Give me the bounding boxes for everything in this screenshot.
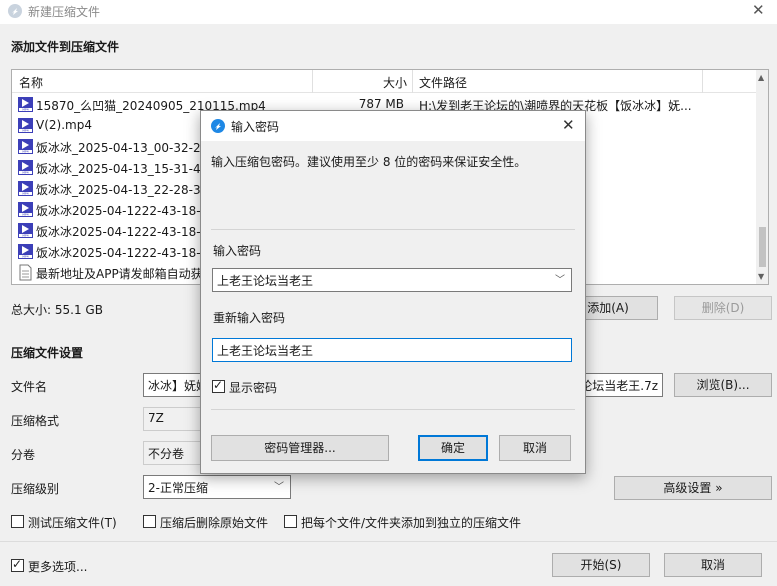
dialog-title: 输入密码 (231, 120, 280, 134)
advanced-settings-button[interactable]: 高级设置 » (614, 476, 772, 500)
column-header-size[interactable]: 大小 (383, 74, 407, 91)
confirm-password-input[interactable]: 上老王论坛当老王 (212, 338, 572, 362)
filename-label: 文件名 (11, 380, 48, 394)
app-logo-icon (8, 4, 22, 18)
ok-button[interactable]: 确定 (418, 435, 488, 461)
window-titlebar: 新建压缩文件 ✕ (0, 0, 777, 24)
svg-text:MP4: MP4 (22, 192, 28, 196)
footer-divider (0, 541, 777, 542)
cancel-button[interactable]: 取消 (664, 553, 762, 577)
video-file-icon: MP4 (17, 138, 34, 155)
show-password-checkbox[interactable] (212, 378, 225, 393)
video-file-icon: MP4 (17, 201, 34, 218)
video-file-icon: MP4 (17, 96, 34, 113)
file-name: 饭冰冰_2025-04-13_15-31-49 (36, 162, 209, 176)
filename-value-start: 冰冰】妩媚 (148, 379, 209, 393)
confirm-password-value: 上老王论坛当老王 (217, 344, 314, 358)
confirm-password-label: 重新输入密码 (213, 311, 286, 325)
window-close-button[interactable]: ✕ (752, 1, 765, 19)
separate-archives-checkbox[interactable] (284, 515, 297, 528)
file-name: 饭冰冰_2025-04-13_22-28-32 (36, 183, 209, 197)
start-button[interactable]: 开始(S) (552, 553, 650, 577)
svg-text:MP4: MP4 (22, 150, 28, 154)
level-label: 压缩级别 (11, 482, 60, 496)
window-title: 新建压缩文件 (28, 5, 101, 19)
file-name: V(2).mp4 (36, 118, 92, 132)
dialog-divider (211, 409, 575, 410)
chevron-down-icon: ﹀ (274, 482, 284, 493)
level-value: 2-正常压缩 (148, 481, 208, 495)
format-value: 7Z (148, 411, 164, 425)
column-header-name[interactable]: 名称 (19, 74, 43, 91)
svg-text:MP4: MP4 (22, 255, 28, 259)
remove-button[interactable]: 删除(D) (674, 296, 772, 320)
browse-button[interactable]: 浏览(B)... (674, 373, 772, 397)
video-file-icon: MP4 (17, 159, 34, 176)
file-name: 饭冰冰2025-04-1222-43-18-4 (36, 204, 209, 218)
app-logo-icon (211, 119, 225, 133)
volume-label: 分卷 (11, 448, 36, 462)
format-label: 压缩格式 (11, 414, 60, 428)
more-options-checkbox[interactable] (11, 557, 24, 572)
svg-text:MP4: MP4 (22, 234, 28, 238)
test-archive-label[interactable]: 测试压缩文件(T) (28, 514, 117, 531)
total-size-label: 总大小: 55.1 GB (11, 303, 103, 317)
more-options-label[interactable]: 更多选项... (28, 558, 87, 575)
file-name: 饭冰冰2025-04-1222-43-18-4 (36, 225, 209, 239)
scrollbar-thumb[interactable] (759, 227, 766, 267)
test-archive-checkbox[interactable] (11, 515, 24, 528)
scroll-down-icon[interactable]: ▼ (758, 272, 764, 281)
text-file-icon (17, 264, 34, 281)
delete-after-label[interactable]: 压缩后删除原始文件 (160, 514, 268, 531)
column-header-path[interactable]: 文件路径 (419, 74, 467, 91)
separate-archives-label[interactable]: 把每个文件/文件夹添加到独立的压缩文件 (301, 514, 521, 531)
file-name: 饭冰冰2025-04-1222-43-18-4 (36, 246, 209, 260)
dialog-cancel-button[interactable]: 取消 (499, 435, 571, 461)
file-name: 饭冰冰_2025-04-13_00-32-23 (36, 141, 209, 155)
password-label: 输入密码 (213, 244, 262, 258)
video-file-icon: MP4 (17, 222, 34, 239)
password-value: 上老王论坛当老王 (217, 274, 314, 288)
file-size: 787 MB (358, 97, 404, 111)
video-file-icon: MP4 (17, 243, 34, 260)
dialog-close-button[interactable]: ✕ (562, 116, 575, 134)
volume-value: 不分卷 (148, 447, 185, 461)
file-list-header: 名称 大小 文件路径 (12, 70, 756, 93)
scroll-up-icon[interactable]: ▲ (758, 73, 764, 82)
chevron-down-icon[interactable]: ﹀ (555, 271, 565, 286)
file-name: 最新地址及APP请发邮箱自动获 (36, 267, 203, 281)
svg-text:MP4: MP4 (22, 129, 28, 133)
add-files-section-title: 添加文件到压缩文件 (11, 40, 120, 54)
video-file-icon: MP4 (17, 117, 34, 134)
password-input[interactable]: 上老王论坛当老王 ﹀ (212, 268, 572, 292)
filename-value-end: 论坛当老王.7z (580, 379, 658, 393)
password-dialog: 输入密码 ✕ 输入压缩包密码。建议使用至少 8 位的密码来保证安全性。 输入密码… (200, 110, 586, 474)
svg-text:MP4: MP4 (22, 213, 28, 217)
settings-section-title: 压缩文件设置 (11, 346, 84, 360)
svg-text:MP4: MP4 (22, 171, 28, 175)
password-hint: 输入压缩包密码。建议使用至少 8 位的密码来保证安全性。 (211, 155, 527, 169)
level-select[interactable]: 2-正常压缩 ﹀ (143, 475, 291, 499)
password-manager-button[interactable]: 密码管理器... (211, 435, 389, 461)
dialog-titlebar: 输入密码 ✕ (201, 111, 585, 141)
svg-text:MP4: MP4 (22, 108, 28, 112)
show-password-label[interactable]: 显示密码 (229, 379, 277, 396)
video-file-icon: MP4 (17, 180, 34, 197)
delete-after-checkbox[interactable] (143, 515, 156, 528)
dialog-divider (211, 229, 575, 230)
file-list-scrollbar[interactable]: ▲ ▼ (756, 70, 768, 284)
